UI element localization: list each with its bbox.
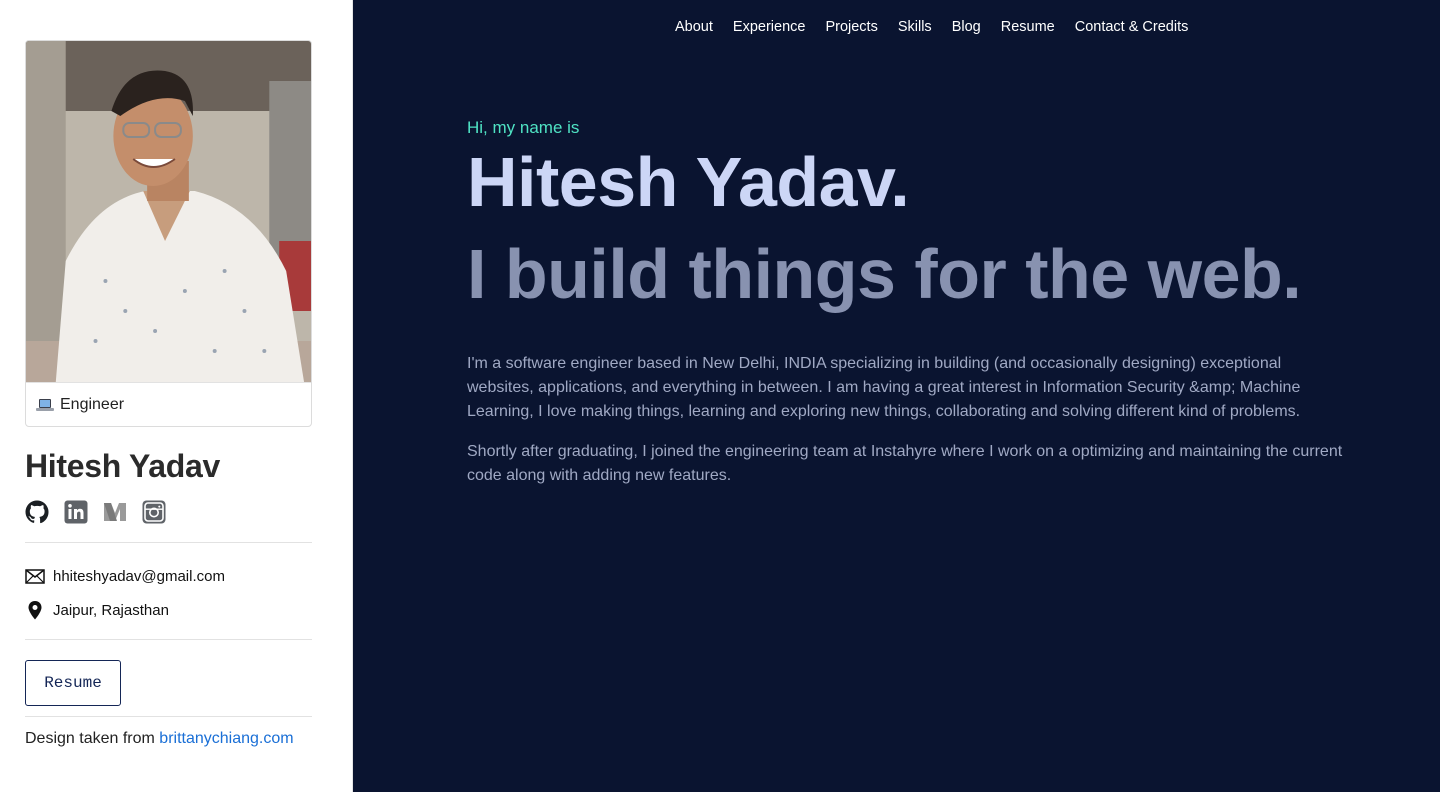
linkedin-icon[interactable]	[64, 500, 88, 524]
hero-name: Hitesh Yadav.	[467, 143, 910, 221]
hero-paragraph-2: Shortly after graduating, I joined the e…	[467, 443, 1343, 484]
card-caption: Engineer	[26, 382, 311, 426]
nav-skills[interactable]: Skills	[898, 18, 932, 36]
top-nav: About Experience Projects Skills Blog Re…	[675, 18, 1188, 36]
nav-projects[interactable]: Projects	[825, 18, 877, 36]
hero-tagline: I build things for the web.	[467, 235, 1302, 313]
hero-greeting: Hi, my name is	[467, 118, 580, 137]
nav-blog[interactable]: Blog	[952, 18, 981, 36]
laptop-icon	[36, 398, 54, 412]
profile-photo	[26, 41, 311, 382]
github-icon[interactable]	[25, 500, 49, 524]
location-pin-icon	[25, 600, 45, 620]
profile-card: Engineer	[25, 40, 312, 427]
mail-icon	[25, 566, 45, 586]
main-content: About Experience Projects Skills Blog Re…	[353, 0, 1440, 792]
contact-info: hhiteshyadav@gmail.com Jaipur, Rajasthan	[25, 543, 311, 639]
location-text: Jaipur, Rajasthan	[53, 601, 169, 619]
profile-sidebar: Engineer Hitesh Yadav hhiteshyadav@gmail…	[0, 0, 353, 792]
medium-icon[interactable]	[103, 500, 127, 524]
credit-text: Design taken from	[25, 730, 155, 747]
hero-paragraph-1: I'm a software engineer based in New Del…	[467, 355, 1301, 420]
email-row: hhiteshyadav@gmail.com	[25, 565, 311, 587]
nav-contact-credits[interactable]: Contact & Credits	[1075, 18, 1189, 36]
location-row: Jaipur, Rajasthan	[25, 599, 311, 621]
profile-name: Hitesh Yadav	[25, 448, 221, 484]
nav-resume[interactable]: Resume	[1001, 18, 1055, 36]
divider	[25, 716, 312, 717]
design-credit: Design taken from brittanychiang.com	[25, 730, 311, 748]
resume-button[interactable]: Resume	[25, 660, 121, 706]
card-caption-text: Engineer	[60, 395, 125, 413]
social-links	[25, 499, 311, 525]
instagram-icon[interactable]	[142, 500, 166, 524]
divider	[25, 639, 312, 640]
nav-about[interactable]: About	[675, 18, 713, 36]
hero-section: Hi, my name is Hitesh Yadav. I build thi…	[467, 116, 1347, 488]
nav-experience[interactable]: Experience	[733, 18, 806, 36]
email-text[interactable]: hhiteshyadav@gmail.com	[53, 568, 225, 585]
credit-link[interactable]: brittanychiang.com	[159, 730, 293, 747]
